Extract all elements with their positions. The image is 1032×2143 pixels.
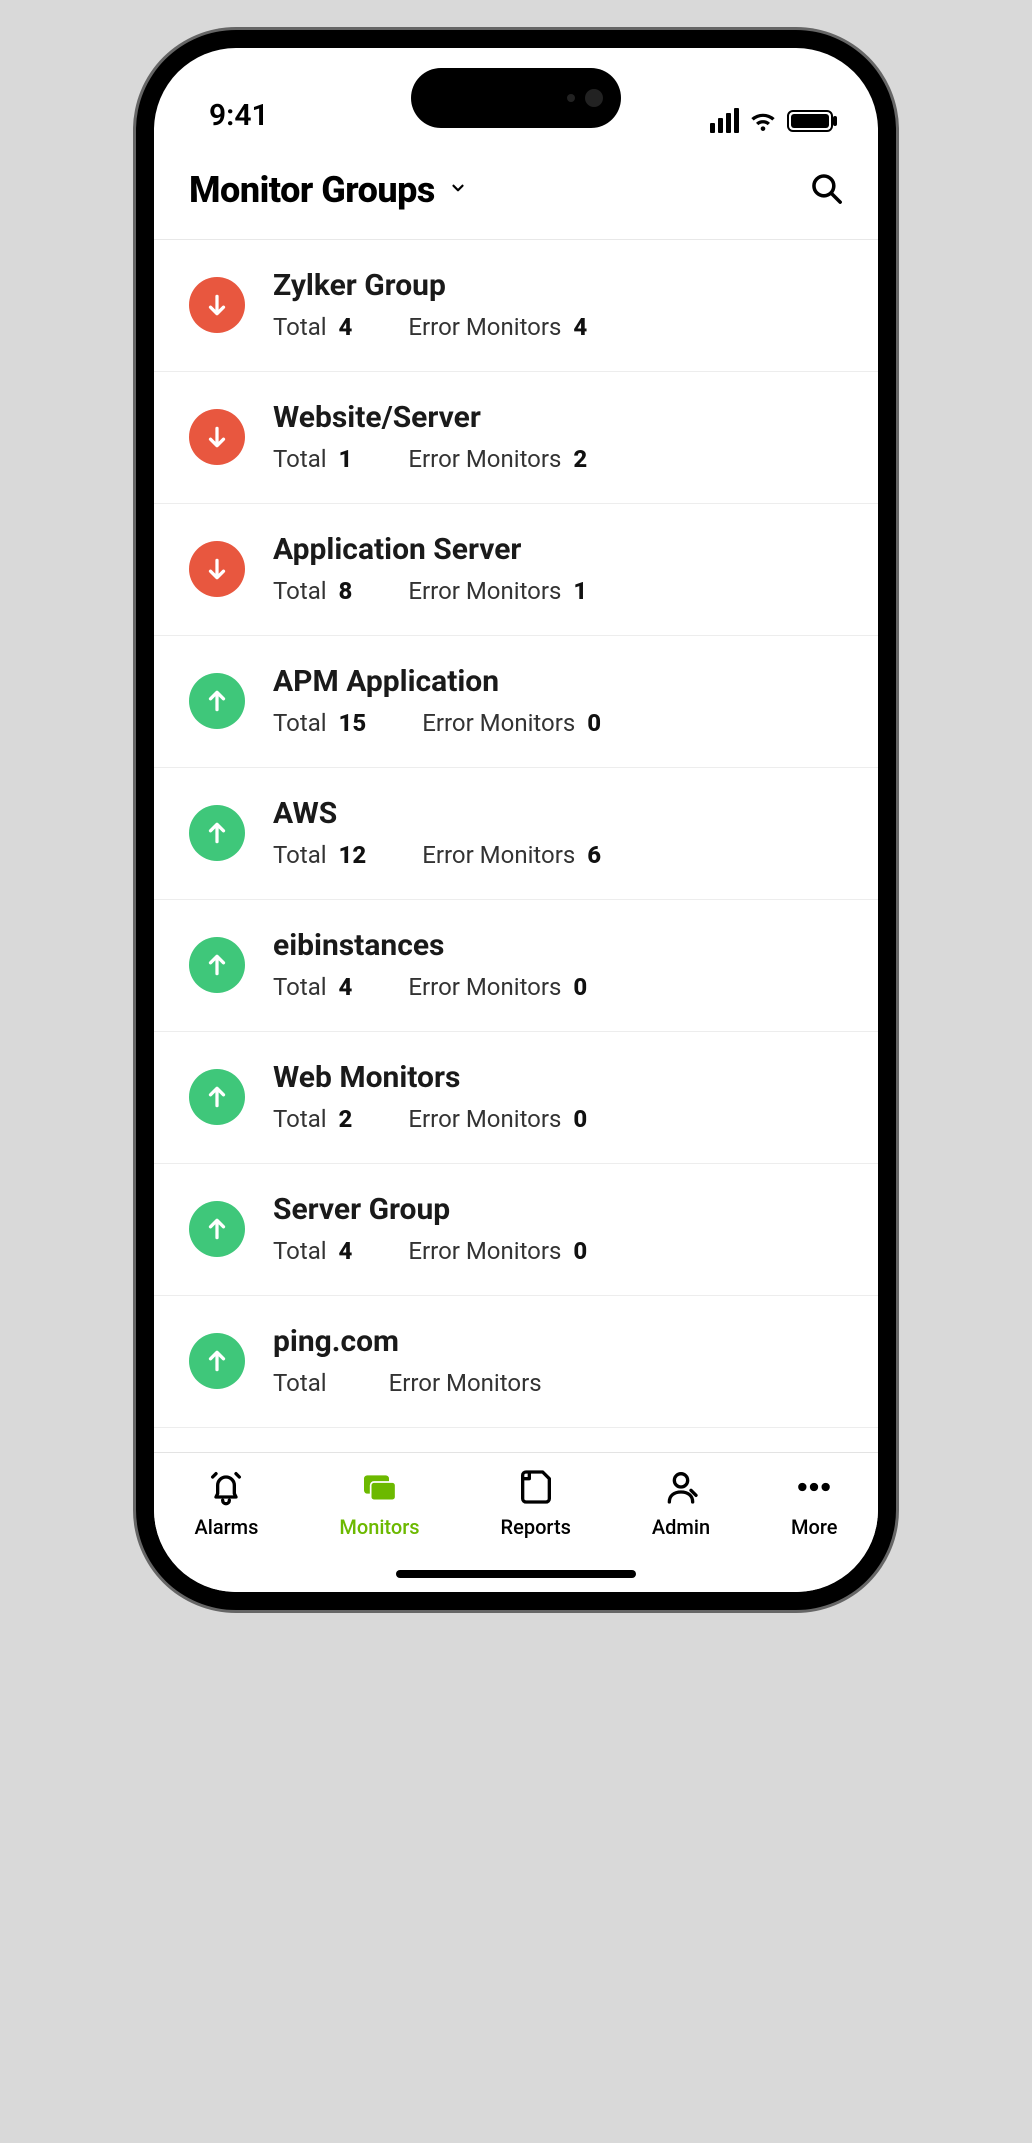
more-icon <box>794 1467 834 1507</box>
status-up-icon <box>189 673 245 729</box>
tab-monitors[interactable]: Monitors <box>339 1467 419 1539</box>
monitor-group-row[interactable]: Web Monitors Total 2 Error Monitors 0 <box>154 1032 878 1164</box>
error-stat: Error Monitors 0 <box>408 1237 587 1265</box>
error-stat: Error Monitors <box>389 1369 548 1397</box>
total-stat: Total 8 <box>273 577 352 605</box>
monitor-group-row[interactable]: Zylker Group Total 4 Error Monitors 4 <box>154 240 878 372</box>
admin-icon <box>661 1467 701 1507</box>
search-button[interactable] <box>809 171 843 209</box>
total-stat: Total 12 <box>273 841 366 869</box>
total-stat: Total 2 <box>273 1105 352 1133</box>
total-stat: Total 4 <box>273 313 352 341</box>
monitor-group-list[interactable]: Zylker Group Total 4 Error Monitors 4 We… <box>154 240 878 1452</box>
search-icon <box>809 171 843 205</box>
error-stat: Error Monitors 1 <box>408 577 587 605</box>
status-down-icon <box>189 277 245 333</box>
monitor-group-row[interactable]: APM Application Total 15 Error Monitors … <box>154 636 878 768</box>
tab-label: Alarms <box>194 1515 258 1539</box>
monitor-group-row[interactable]: Website/Server Total 1 Error Monitors 2 <box>154 372 878 504</box>
error-stat: Error Monitors 0 <box>408 1105 587 1133</box>
total-stat: Total <box>273 1369 333 1397</box>
page-title-dropdown[interactable]: Monitor Groups <box>189 169 467 211</box>
group-name: Zylker Group <box>273 268 843 303</box>
tab-alarms[interactable]: Alarms <box>194 1467 258 1539</box>
total-stat: Total 4 <box>273 973 352 1001</box>
page-title: Monitor Groups <box>189 169 435 211</box>
total-stat: Total 15 <box>273 709 366 737</box>
error-stat: Error Monitors 0 <box>408 973 587 1001</box>
status-time: 9:41 <box>209 98 269 133</box>
status-up-icon <box>189 1333 245 1389</box>
monitor-group-row[interactable]: eibinstances Total 4 Error Monitors 0 <box>154 900 878 1032</box>
total-stat: Total 4 <box>273 1237 352 1265</box>
monitor-group-row[interactable]: Server Group Total 4 Error Monitors 0 <box>154 1164 878 1296</box>
status-up-icon <box>189 1201 245 1257</box>
monitor-group-row[interactable]: ping.com Total Error Monitors <box>154 1296 878 1428</box>
tab-more[interactable]: More <box>791 1467 837 1539</box>
status-up-icon <box>189 805 245 861</box>
tab-reports[interactable]: Reports <box>501 1467 571 1539</box>
error-stat: Error Monitors 2 <box>408 445 587 473</box>
tab-label: Monitors <box>339 1515 419 1539</box>
status-up-icon <box>189 1069 245 1125</box>
tab-label: Reports <box>501 1515 571 1539</box>
page-header: Monitor Groups <box>154 143 878 240</box>
tab-label: Admin <box>652 1515 710 1539</box>
group-name: AWS <box>273 796 843 831</box>
group-name: Web Monitors <box>273 1060 843 1095</box>
total-stat: Total 1 <box>273 445 352 473</box>
group-name: Server Group <box>273 1192 843 1227</box>
chevron-down-icon <box>449 179 467 201</box>
error-stat: Error Monitors 4 <box>408 313 587 341</box>
status-up-icon <box>189 937 245 993</box>
home-indicator <box>396 1570 636 1578</box>
cellular-icon <box>710 108 739 133</box>
error-stat: Error Monitors 6 <box>422 841 601 869</box>
bell-icon <box>206 1467 246 1507</box>
group-name: Application Server <box>273 532 843 567</box>
tab-admin[interactable]: Admin <box>652 1467 710 1539</box>
error-stat: Error Monitors 0 <box>422 709 601 737</box>
status-down-icon <box>189 409 245 465</box>
group-name: APM Application <box>273 664 843 699</box>
tab-label: More <box>791 1515 837 1539</box>
report-icon <box>516 1467 556 1507</box>
group-name: eibinstances <box>273 928 843 963</box>
battery-icon <box>787 110 833 132</box>
wifi-icon <box>749 110 777 132</box>
group-name: Website/Server <box>273 400 843 435</box>
status-down-icon <box>189 541 245 597</box>
group-name: ping.com <box>273 1324 843 1359</box>
monitor-icon <box>359 1467 399 1507</box>
monitor-group-row[interactable]: AWS Total 12 Error Monitors 6 <box>154 768 878 900</box>
monitor-group-row[interactable]: Application Server Total 8 Error Monitor… <box>154 504 878 636</box>
